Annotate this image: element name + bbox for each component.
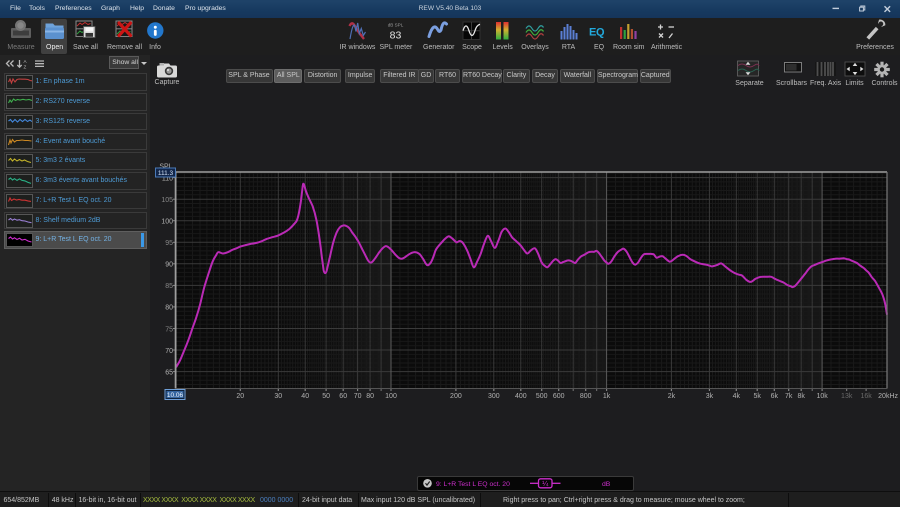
- svg-text:100: 100: [385, 393, 397, 400]
- svg-text:6k: 6k: [771, 393, 779, 400]
- svg-text:800: 800: [580, 393, 592, 400]
- svg-text:80: 80: [366, 393, 374, 400]
- svg-text:10k: 10k: [816, 393, 828, 400]
- svg-text:5k: 5k: [753, 393, 761, 400]
- svg-text:65: 65: [165, 369, 173, 376]
- svg-text:100: 100: [161, 219, 173, 226]
- svg-text:30: 30: [274, 393, 282, 400]
- svg-text:40: 40: [301, 393, 309, 400]
- svg-text:600: 600: [553, 393, 565, 400]
- svg-text:60: 60: [339, 393, 347, 400]
- svg-text:4k: 4k: [733, 393, 741, 400]
- svg-text:300: 300: [488, 393, 500, 400]
- svg-text:85: 85: [165, 283, 173, 290]
- svg-text:10.06: 10.06: [167, 392, 184, 399]
- svg-text:70: 70: [354, 393, 362, 400]
- svg-text:8k: 8k: [797, 393, 805, 400]
- svg-text:1k: 1k: [603, 393, 611, 400]
- svg-text:¼: ¼: [542, 479, 549, 488]
- svg-text:111.3: 111.3: [158, 170, 174, 177]
- svg-text:400: 400: [515, 393, 527, 400]
- svg-text:80: 80: [165, 305, 173, 312]
- svg-text:16k: 16k: [860, 393, 872, 400]
- svg-text:9: L+R Test L EQ oct. 20: 9: L+R Test L EQ oct. 20: [436, 481, 510, 488]
- svg-text:105: 105: [161, 197, 173, 204]
- svg-text:70: 70: [165, 348, 173, 355]
- svg-text:90: 90: [165, 262, 173, 269]
- svg-text:500: 500: [536, 393, 548, 400]
- svg-text:3k: 3k: [706, 393, 714, 400]
- svg-text:95: 95: [165, 240, 173, 247]
- svg-text:20kHz: 20kHz: [878, 393, 898, 400]
- svg-text:13k: 13k: [841, 393, 853, 400]
- svg-text:dB: dB: [602, 481, 611, 488]
- svg-text:75: 75: [165, 326, 173, 333]
- svg-text:200: 200: [450, 393, 462, 400]
- svg-text:50: 50: [322, 393, 330, 400]
- svg-text:20: 20: [236, 393, 244, 400]
- svg-text:2k: 2k: [668, 393, 676, 400]
- svg-text:7k: 7k: [785, 393, 793, 400]
